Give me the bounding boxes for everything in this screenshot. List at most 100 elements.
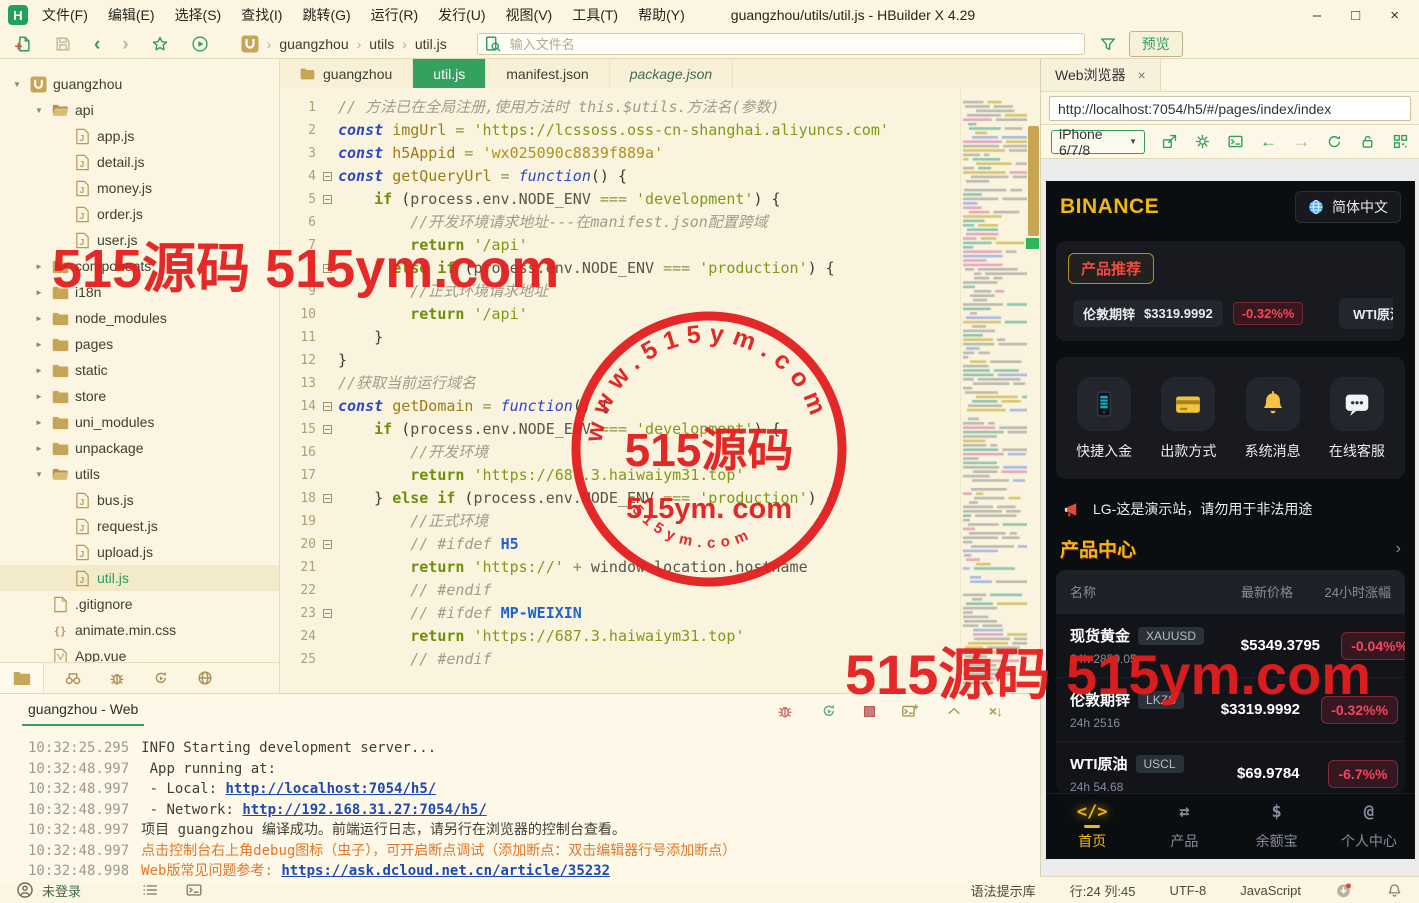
lock-icon[interactable] <box>1359 133 1376 150</box>
new-file-icon[interactable] <box>14 35 32 53</box>
restart-icon[interactable] <box>820 702 838 720</box>
save-icon[interactable] <box>54 35 72 53</box>
gear-icon[interactable] <box>1194 133 1211 150</box>
run-icon[interactable] <box>191 35 209 53</box>
syntax-lib-label[interactable]: 语法提示库 <box>971 881 1036 900</box>
editor-tab-package.json[interactable]: package.json <box>610 59 734 88</box>
open-external-icon[interactable] <box>1161 133 1178 150</box>
tree-item-bus.js[interactable]: Jbus.js <box>0 487 279 513</box>
ticker-item-伦敦期锌[interactable]: 伦敦期锌 $3319.9992 <box>1073 300 1223 327</box>
tree-item-unpackage[interactable]: ► unpackage <box>0 435 279 461</box>
code-editor[interactable]: 1 // 方法已在全局注册,使用方法时 this.$utils.方法名(参数) 2 c… <box>280 88 960 693</box>
tree-item-pages[interactable]: ► pages <box>0 331 279 357</box>
tree-item-components[interactable]: ► components <box>0 253 279 279</box>
chevron-right-icon[interactable]: › <box>1396 540 1401 558</box>
breadcrumb-item-guangzhou[interactable]: guangzhou <box>279 36 348 52</box>
nav-item-首页[interactable]: </> 首页 <box>1046 794 1138 859</box>
debug-tool-icon[interactable] <box>108 669 126 687</box>
star-icon[interactable] <box>151 35 169 53</box>
menu-item-查找(I)[interactable]: 查找(I) <box>241 5 282 25</box>
outline-icon[interactable] <box>141 881 159 899</box>
refresh-tool-icon[interactable] <box>152 669 170 687</box>
editor-tab-util.js[interactable]: util.js <box>413 59 487 88</box>
minimap-scrollbar-thumb[interactable] <box>1028 126 1039 236</box>
login-status[interactable]: 未登录 <box>42 881 81 900</box>
tree-item-user.js[interactable]: Juser.js <box>0 227 279 253</box>
feature-快捷入金[interactable]: 快捷入金 <box>1076 377 1132 461</box>
maximize-button[interactable]: □ <box>1351 7 1360 24</box>
user-icon[interactable] <box>16 881 34 899</box>
log-link[interactable]: http://localhost:7054/h5/ <box>225 781 436 797</box>
feature-出款方式[interactable]: 出款方式 <box>1160 377 1216 461</box>
tree-item-i18n[interactable]: ► i18n <box>0 279 279 305</box>
nav-back-icon[interactable]: ← <box>1260 133 1277 150</box>
menu-item-视图(V)[interactable]: 视图(V) <box>506 5 553 25</box>
search-input[interactable] <box>507 35 1078 53</box>
device-select[interactable]: iPhone 6/7/8 ▼ <box>1051 126 1145 158</box>
tree-item-api[interactable]: ▼ api <box>0 97 279 123</box>
tree-item-upload.js[interactable]: Jupload.js <box>0 539 279 565</box>
tree-item-node_modules[interactable]: ► node_modules <box>0 305 279 331</box>
menu-item-工具(T)[interactable]: 工具(T) <box>572 5 618 25</box>
feature-在线客服[interactable]: 在线客服 <box>1329 377 1385 461</box>
tree-item-util.js[interactable]: Jutil.js <box>0 565 279 591</box>
fold-marker[interactable] <box>316 395 338 418</box>
ticker-carousel[interactable]: 伦敦期锌 $3319.9992 -0.32%% WTI原油 <box>1068 298 1393 329</box>
devtools-icon[interactable] <box>1227 133 1244 150</box>
site-logo[interactable]: BINANCE <box>1060 195 1159 219</box>
reload-icon[interactable] <box>1326 133 1343 150</box>
nav-item-个人中心[interactable]: @ 个人中心 <box>1323 794 1415 859</box>
files-tool-tab[interactable] <box>0 663 44 693</box>
log-link[interactable]: https://ask.dcloud.net.cn/article/35232 <box>281 863 610 879</box>
editor-tab-guangzhou[interactable]: guangzhou <box>280 59 414 88</box>
tree-item-guangzhou[interactable]: ▼ guangzhou <box>0 71 279 97</box>
editor-tab-manifest.json[interactable]: manifest.json <box>486 59 610 88</box>
breadcrumb-item-util.js[interactable]: util.js <box>415 36 447 52</box>
language-button[interactable]: 简体中文 <box>1295 191 1401 223</box>
feature-系统消息[interactable]: 系统消息 <box>1245 377 1301 461</box>
browser-tab-close-icon[interactable]: × <box>1138 67 1146 83</box>
nav-forward-icon[interactable]: → <box>1293 133 1310 150</box>
update-download-icon[interactable] <box>1335 882 1352 899</box>
tree-item-uni_modules[interactable]: ► uni_modules <box>0 409 279 435</box>
fold-marker[interactable] <box>316 487 338 510</box>
breadcrumb-item-utils[interactable]: utils <box>369 36 394 52</box>
preview-button[interactable]: 预览 <box>1128 31 1183 57</box>
menu-item-运行(R)[interactable]: 运行(R) <box>371 5 418 25</box>
close-button[interactable]: × <box>1390 7 1399 24</box>
console-tab[interactable]: guangzhou - Web <box>22 697 145 726</box>
menu-item-发行(U)[interactable]: 发行(U) <box>438 5 485 25</box>
qr-code-icon[interactable] <box>1392 133 1409 150</box>
tree-item-request.js[interactable]: Jrequest.js <box>0 513 279 539</box>
minimize-button[interactable]: – <box>1313 7 1321 24</box>
uniapp-project-icon[interactable] <box>241 35 259 53</box>
product-row-现货黄金[interactable]: 现货黄金 XAUUSD 24h 2859.05 $5349.3795 -0.04%% <box>1056 613 1405 677</box>
network-tool-icon[interactable] <box>196 669 214 687</box>
fold-marker[interactable] <box>316 533 338 556</box>
menu-item-帮助(Y)[interactable]: 帮助(Y) <box>638 5 685 25</box>
menu-item-文件(F)[interactable]: 文件(F) <box>42 5 88 25</box>
recommend-badge[interactable]: 产品推荐 <box>1068 253 1155 284</box>
url-input[interactable] <box>1049 96 1411 121</box>
announcement[interactable]: LG-这是演示站，请勿用于非法用途 <box>1046 487 1415 527</box>
log-link[interactable]: http://192.168.31.27:7054/h5/ <box>242 802 486 818</box>
ticker-item-WTI原油[interactable]: WTI原油 <box>1339 298 1393 329</box>
fold-marker[interactable] <box>316 165 338 188</box>
browser-tab[interactable]: Web浏览器 × <box>1041 59 1161 91</box>
stop-icon[interactable] <box>863 705 875 717</box>
tree-item-store[interactable]: ► store <box>0 383 279 409</box>
tree-item-app.js[interactable]: Japp.js <box>0 123 279 149</box>
tree-item-utils[interactable]: ▼ utils <box>0 461 279 487</box>
menu-item-跳转(G)[interactable]: 跳转(G) <box>302 5 350 25</box>
search-tool-icon[interactable] <box>64 669 82 687</box>
tree-item-order.js[interactable]: Jorder.js <box>0 201 279 227</box>
tree-item-App.vue[interactable]: App.vue <box>0 643 279 662</box>
back-icon[interactable]: ‹ <box>94 35 100 54</box>
forward-icon[interactable]: › <box>122 35 128 54</box>
clear-console-icon[interactable]: ×↓ <box>989 703 1003 719</box>
cursor-position[interactable]: 行:24 列:45 <box>1070 881 1136 900</box>
language-mode[interactable]: JavaScript <box>1240 883 1301 898</box>
encoding-label[interactable]: UTF-8 <box>1169 883 1206 898</box>
tree-item-.gitignore[interactable]: .gitignore <box>0 591 279 617</box>
fold-marker[interactable] <box>316 257 338 280</box>
